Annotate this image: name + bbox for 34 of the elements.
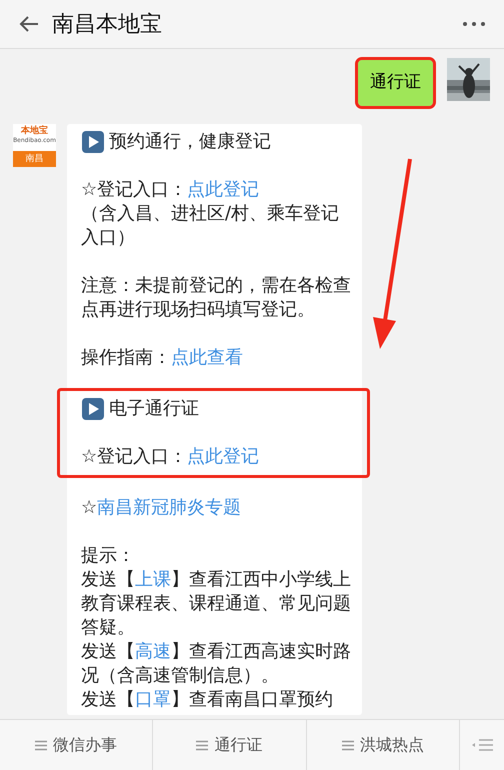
menu-icon [342,740,354,750]
text-line: ☆登记入口：点此登记 [81,444,260,468]
paragraph: 提示： [81,544,136,568]
keyboard-toggle-icon[interactable] [470,738,493,752]
menu-tab[interactable]: 洪城热点 [306,720,460,770]
menu-icon [196,740,208,750]
avatar-brand: 本地宝 [21,126,48,136]
link[interactable]: 南昌新冠肺炎专题 [97,496,242,518]
menu-tab[interactable]: 微信办事 [0,720,154,770]
text-line: ☆登记入口：点此登记 [81,178,260,202]
link[interactable]: 上课 [135,568,171,590]
play-icon [81,130,105,154]
more-icon[interactable] [462,21,486,27]
link[interactable]: 口罩 [135,688,171,710]
text-line: ☆南昌新冠肺炎专题 [81,496,242,520]
menu-tab[interactable]: 通行证 [153,720,307,770]
menu-icon [35,740,48,750]
link[interactable]: 点此查看 [171,346,243,368]
chat-bubble: 通行证 [358,60,433,106]
back-icon[interactable] [18,14,40,34]
avatar-city: 南昌 [13,150,56,166]
paragraph: 发送【口罩】查看南昌口罩预约 [81,688,334,712]
text-line: 操作指南：点此查看 [81,346,244,370]
paragraph: 注意：未提前登记的，需在各检查点再进行现场扫码填写登记。 [81,274,352,322]
heading-text: 预约通行，健康登记 [109,130,271,154]
link[interactable]: 高速 [135,640,171,662]
link[interactable]: 点此登记 [187,446,260,466]
paragraph: 发送【高速】查看江西高速实时路况（含高速管制信息）。 [81,640,352,688]
paragraph: 发送【上课】查看江西中小学线上教育课程表、课程通道、常见问题答疑。 [81,568,352,640]
play-icon [81,396,105,420]
window-title: 南昌本地宝 [52,10,162,38]
link[interactable]: 点此登记 [187,178,260,200]
paragraph: （含入昌、进社区/村、乘车登记入口） [81,202,340,250]
heading-text: 电子通行证 [109,396,199,420]
